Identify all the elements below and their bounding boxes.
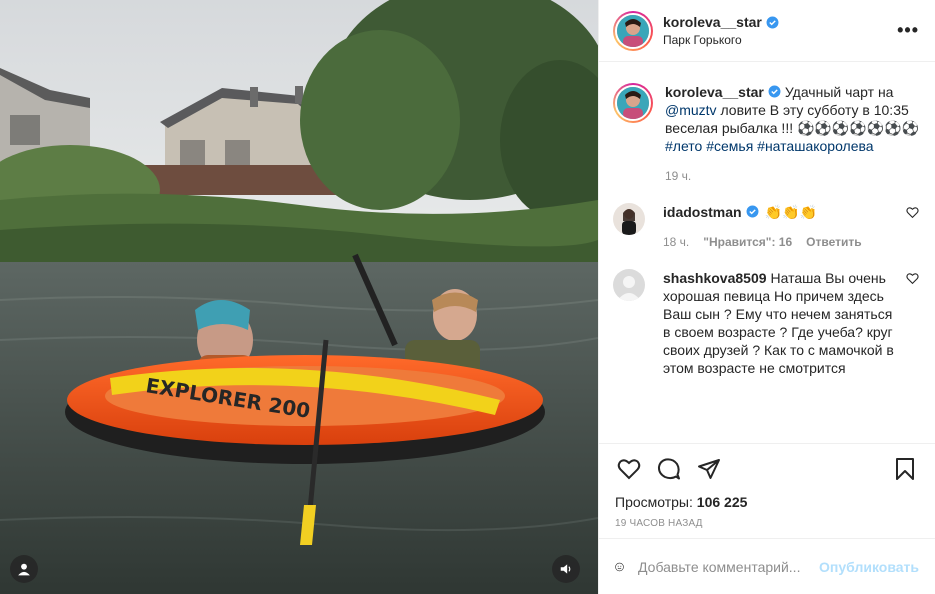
views-value: 106 225 (696, 494, 748, 510)
comments-list[interactable]: koroleva__star Удачный чарт на @muztv лов… (599, 63, 935, 443)
comment-username[interactable]: idadostman (663, 204, 742, 220)
comment-likes[interactable]: "Нравится": 16 (703, 233, 792, 251)
comment-item: idadostman 👏👏👏 18 ч. "Нравится": 16 Ответ… (613, 203, 919, 251)
heart-icon (617, 459, 641, 480)
bookmark-icon (896, 458, 914, 480)
comment-bubble-icon (657, 458, 680, 480)
comment-avatar[interactable] (613, 203, 645, 235)
caption-mention-link[interactable]: @muztv (665, 102, 717, 118)
mute-button[interactable] (552, 555, 580, 583)
share-button[interactable] (695, 455, 723, 483)
comment-item: shashkova8509 Наташа Вы очень хорошая пев… (613, 269, 919, 377)
avatar-image (613, 203, 645, 235)
like-comment-heart-icon[interactable] (906, 272, 919, 285)
more-options-button[interactable]: ••• (897, 20, 919, 41)
verified-badge-icon (746, 205, 759, 218)
caption-time[interactable]: 19 ч. (665, 167, 691, 185)
caption-text: Удачный чарт на (784, 84, 894, 100)
post-side-panel: koroleva__star Парк Горького ••• korolev… (598, 0, 935, 594)
video-frame-image: EXPLORER 200 (0, 0, 598, 594)
author-username[interactable]: koroleva__star (663, 14, 762, 30)
comment-button[interactable] (655, 455, 683, 483)
post-video[interactable]: EXPLORER 200 (0, 0, 598, 594)
reply-button[interactable]: Ответить (806, 233, 861, 251)
tagged-user-button[interactable] (10, 555, 38, 583)
comment-text: 👏👏👏 (764, 204, 817, 220)
default-avatar-icon (613, 269, 645, 301)
avatar-image (617, 14, 649, 47)
verified-badge-icon (766, 16, 779, 28)
comment-username[interactable]: shashkova8509 (663, 270, 767, 286)
caption-avatar[interactable] (613, 83, 653, 123)
caption: koroleva__star Удачный чарт на @muztv лов… (613, 83, 919, 185)
user-icon (18, 563, 30, 576)
caption-hashtags[interactable]: #лето #семья #наташакоролева (665, 138, 874, 154)
send-icon (698, 459, 720, 479)
views-count[interactable]: Просмотры: 106 225 (615, 494, 919, 510)
comment-input[interactable] (638, 558, 820, 575)
verified-badge-icon (768, 85, 781, 98)
author-avatar[interactable] (613, 10, 653, 51)
caption-username[interactable]: koroleva__star (665, 84, 764, 100)
post-timestamp[interactable]: 19 часов назад (615, 518, 919, 529)
speaker-icon (560, 564, 571, 574)
comment-avatar[interactable] (613, 269, 645, 301)
post-dialog: EXPLORER 200 koroleva__star Парк Горьког… (0, 0, 935, 594)
add-comment-bar: Опубликовать (599, 538, 935, 594)
post-header: koroleva__star Парк Горького ••• (599, 0, 935, 62)
like-button[interactable] (615, 455, 643, 483)
emoji-icon[interactable] (615, 554, 624, 580)
comment-time[interactable]: 18 ч. (663, 233, 689, 251)
avatar-image (617, 87, 649, 119)
post-actions: Просмотры: 106 225 19 часов назад (599, 443, 935, 529)
post-location[interactable]: Парк Горького (663, 33, 897, 47)
save-button[interactable] (891, 455, 919, 483)
views-label: Просмотры: (615, 494, 697, 510)
like-comment-heart-icon[interactable] (906, 206, 919, 219)
publish-comment-button[interactable]: Опубликовать (819, 559, 919, 575)
